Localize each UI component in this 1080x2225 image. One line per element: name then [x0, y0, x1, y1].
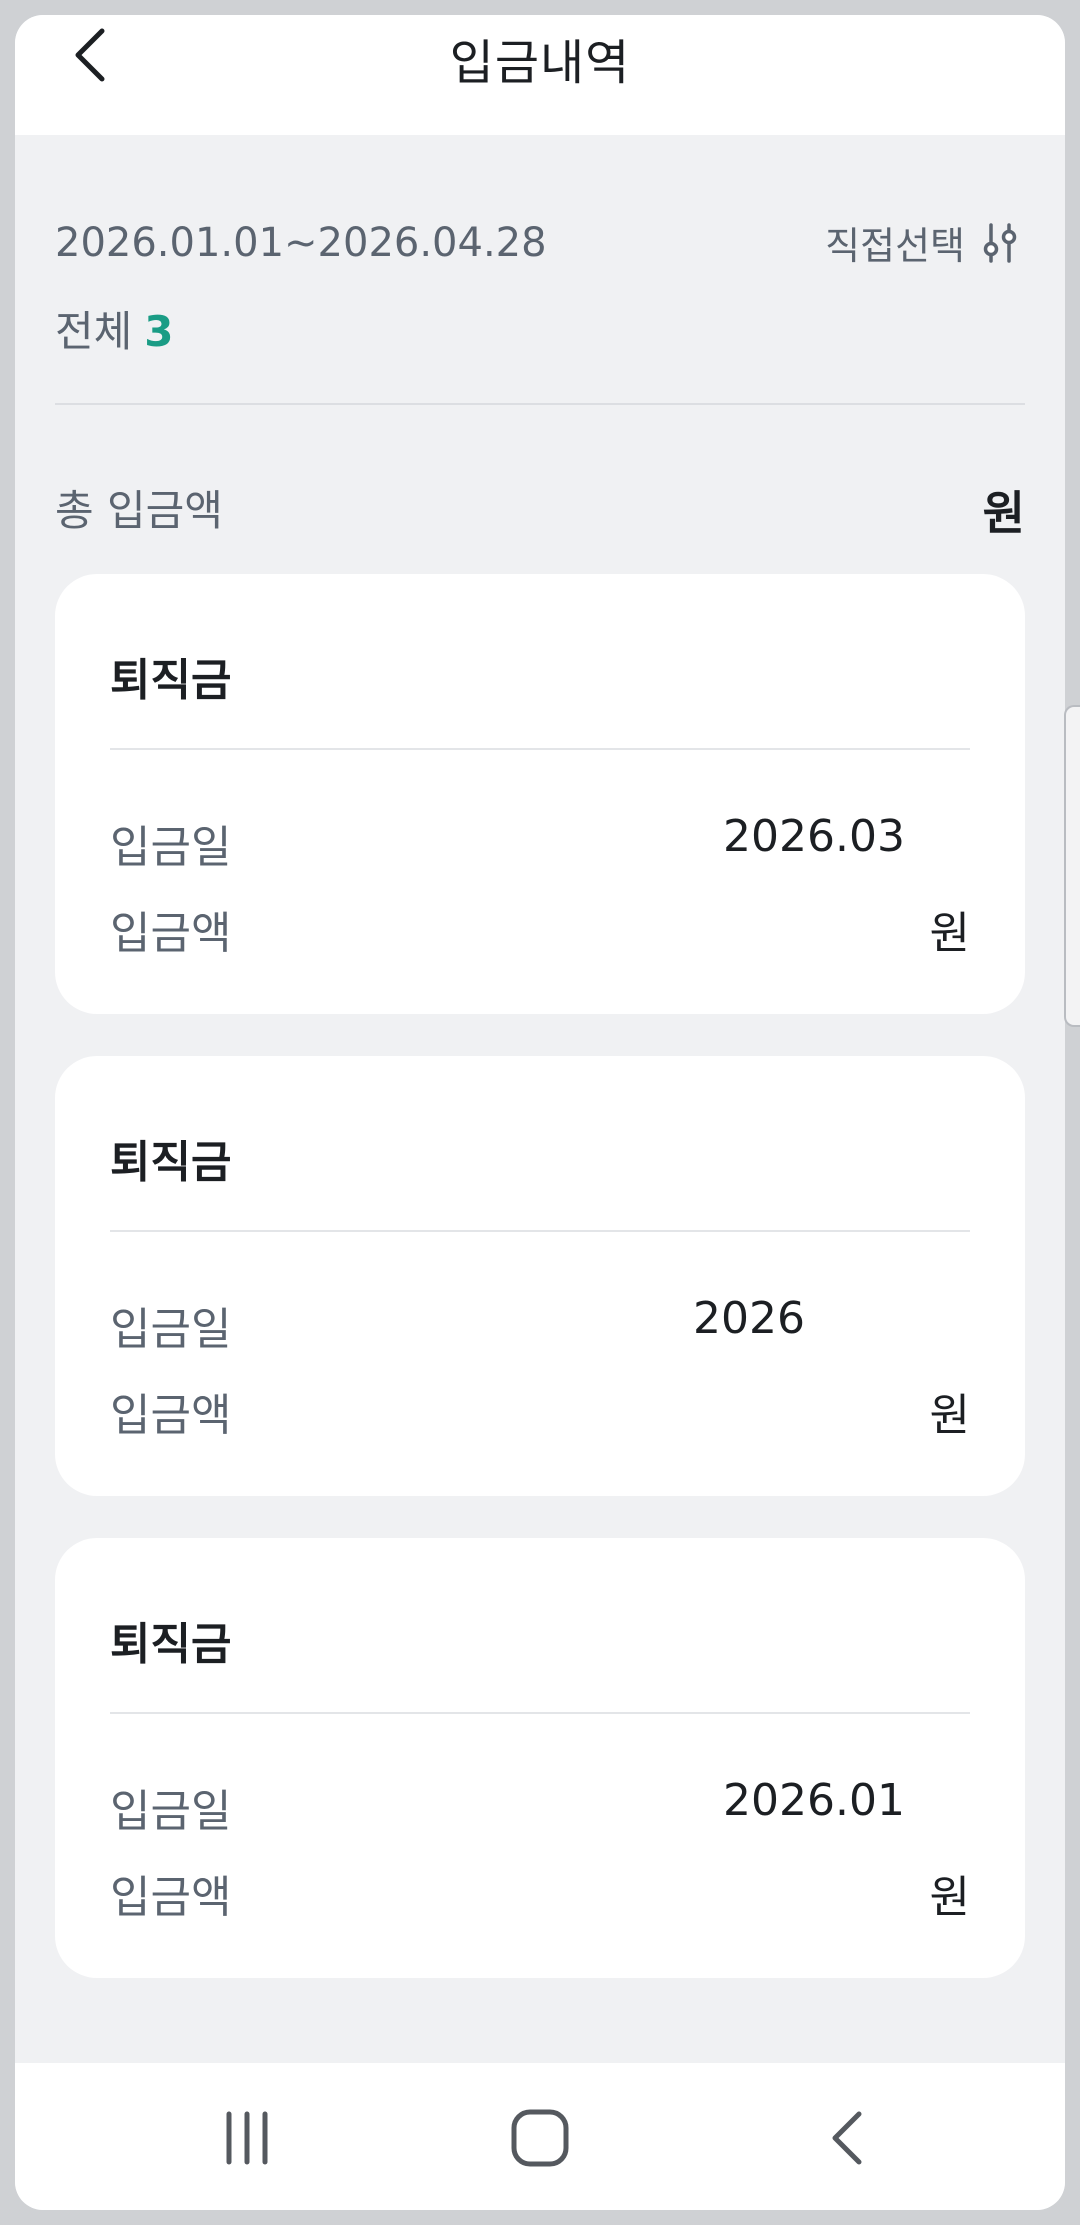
total-count-label: 전체 — [55, 307, 133, 356]
home-button[interactable] — [495, 2093, 585, 2183]
recent-apps-icon — [226, 2111, 268, 2165]
deposit-date-label: 입금일 — [110, 1786, 232, 1837]
home-icon — [511, 2109, 569, 2167]
divider — [55, 403, 1025, 405]
deposit-card[interactable]: 퇴직금 입금일 2026.03 입금액 원 — [55, 574, 1025, 1014]
deposit-date-value: 2026.01 — [723, 1775, 905, 1826]
card-divider — [110, 748, 970, 750]
screen: 입금내역 2026.01.01~2026.04.28 직접선택 전체 3 총 입금… — [15, 15, 1065, 2210]
total-count-number: 3 — [144, 307, 174, 356]
card-divider — [110, 1712, 970, 1714]
deposit-card[interactable]: 퇴직금 입금일 2026.01 입금액 원 — [55, 1538, 1025, 1978]
custom-select-button[interactable]: 직접선택 — [825, 215, 1017, 270]
deposit-amount-value: 원 — [929, 1872, 970, 1923]
total-count: 전체 3 — [55, 298, 174, 359]
deposit-amount-value: 원 — [929, 1390, 970, 1441]
card-title: 퇴직금 — [110, 1619, 232, 1670]
deposit-date-value: 2026 — [693, 1293, 805, 1344]
deposit-date-label: 입금일 — [110, 1304, 232, 1355]
total-amount-value: 원 — [982, 486, 1025, 540]
app-bar: 입금내역 — [15, 15, 1065, 135]
sliders-icon — [983, 222, 1017, 263]
deposit-date-label: 입금일 — [110, 822, 232, 873]
custom-select-label: 직접선택 — [825, 224, 965, 268]
deposit-card[interactable]: 퇴직금 입금일 2026 입금액 원 — [55, 1056, 1025, 1496]
nav-back-button[interactable] — [802, 2093, 892, 2183]
card-divider — [110, 1230, 970, 1232]
card-title: 퇴직금 — [110, 655, 232, 706]
card-title: 퇴직금 — [110, 1137, 232, 1188]
page-title: 입금내역 — [449, 35, 631, 91]
total-amount-label: 총 입금액 — [55, 486, 223, 535]
deposit-amount-value: 원 — [929, 908, 970, 959]
date-range: 2026.01.01~2026.04.28 — [55, 220, 547, 266]
system-nav-bar — [15, 2063, 1065, 2210]
recent-apps-button[interactable] — [202, 2093, 292, 2183]
deposit-amount-label: 입금액 — [110, 908, 232, 959]
deposit-amount-label: 입금액 — [110, 1872, 232, 1923]
deposit-amount-label: 입금액 — [110, 1390, 232, 1441]
nav-back-icon — [832, 2111, 862, 2165]
deposit-date-value: 2026.03 — [723, 811, 905, 862]
scroll-handle[interactable] — [1064, 705, 1080, 1027]
